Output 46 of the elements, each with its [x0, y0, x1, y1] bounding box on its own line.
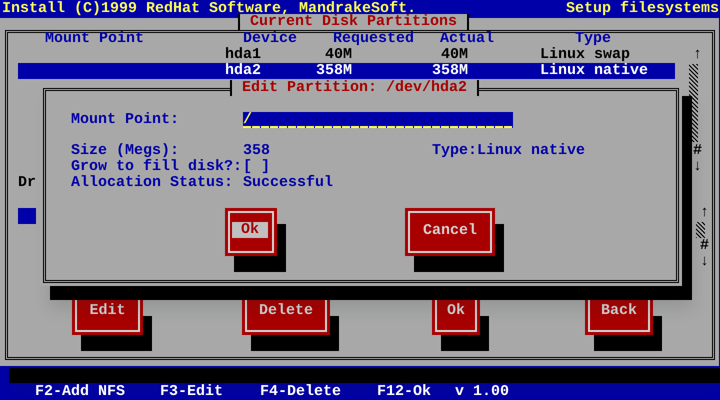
grow-checkbox[interactable]: [ ]	[243, 159, 270, 175]
status-hint: F2-Add NFS	[35, 384, 126, 400]
column-header: Type	[575, 31, 612, 47]
status-hint: F4-Delete	[260, 384, 342, 400]
column-header: Mount Point	[45, 31, 144, 47]
list-cursor	[18, 208, 36, 224]
field-value: Successful	[243, 175, 334, 191]
field-value: 358	[243, 143, 270, 159]
action-button[interactable]: Edit	[72, 300, 143, 335]
column-header: Device	[243, 31, 298, 47]
scroll-up-arrow[interactable]: ↑	[700, 205, 710, 221]
selected-row[interactable]: hda2 358M 358M Linux native	[18, 63, 675, 79]
field-label: Allocation Status:	[71, 175, 234, 191]
table-cell: Linux swap	[540, 47, 630, 63]
mount-point-field[interactable]: /	[243, 112, 513, 128]
column-header: Actual	[440, 31, 494, 47]
table-cell: Linux native	[540, 63, 648, 79]
action-button[interactable]: Ok	[432, 300, 480, 335]
scroll-down-arrow[interactable]: ↓	[700, 254, 710, 270]
scroll-thumb[interactable]: #	[693, 143, 702, 159]
section-title: Setup filesystems	[566, 1, 720, 17]
field-label: Mount Point:	[71, 112, 180, 128]
action-button[interactable]: Delete	[242, 300, 330, 335]
column-header: Requested	[333, 31, 414, 47]
field-label: Grow to fill disk?:	[71, 159, 242, 175]
scroll-up-arrow[interactable]: ↑	[693, 47, 702, 63]
status-hint: F12-Ok	[377, 384, 432, 400]
dialog-button[interactable]: Cancel	[405, 208, 495, 256]
scrollbar-track	[696, 222, 705, 238]
table-cell: hda1	[225, 47, 262, 63]
table-row[interactable]: hda1 40M 40M Linux swap	[18, 47, 675, 63]
partial-label: Dr	[18, 175, 36, 191]
field-label: Size (Megs):	[71, 143, 180, 159]
scroll-down-arrow[interactable]: ↓	[693, 159, 702, 175]
action-button[interactable]: Back	[585, 300, 653, 335]
table-cell: 358M	[432, 63, 468, 79]
table-cell: hda2	[225, 63, 262, 79]
table-cell: 40M	[440, 47, 468, 63]
table-cell: 40M	[324, 47, 352, 63]
scroll-thumb[interactable]: #	[700, 238, 710, 254]
type-label: Type:Linux native	[432, 143, 586, 159]
status-hint: F3-Edit	[160, 384, 224, 400]
dialog-title: Edit Partition: /dev/hda2	[230, 80, 480, 96]
dialog-button[interactable]: Ok	[225, 208, 277, 256]
table-cell: 358M	[316, 63, 352, 79]
status-hint: v 1.00	[455, 384, 510, 400]
